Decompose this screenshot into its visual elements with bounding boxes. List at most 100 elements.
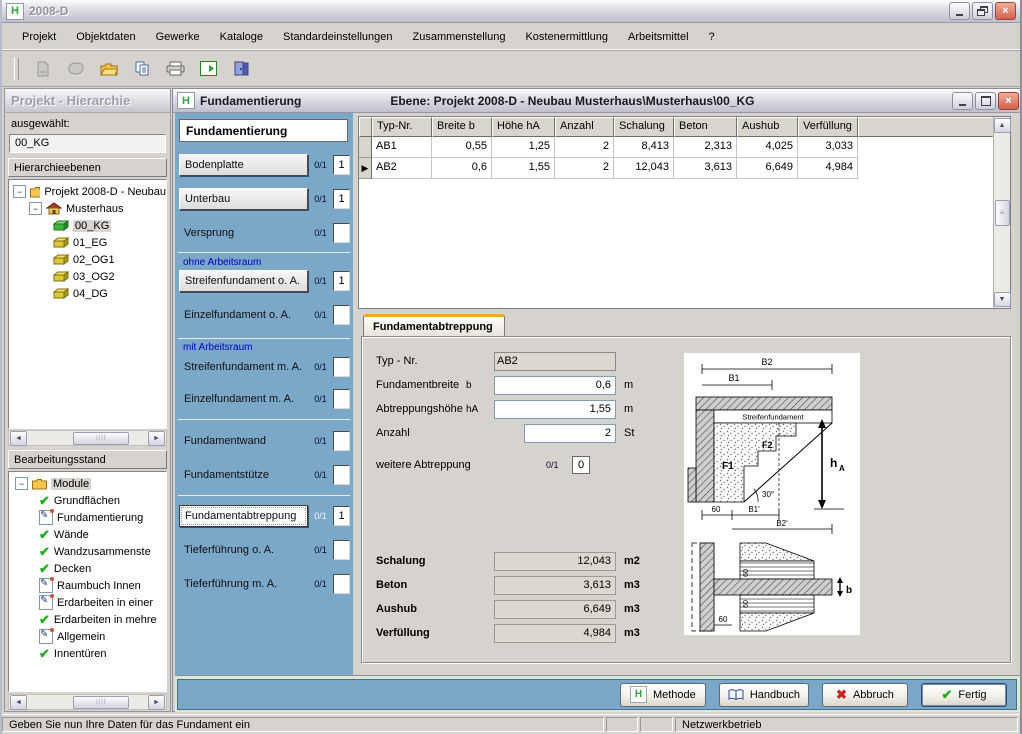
- fund-close-button[interactable]: ×: [998, 92, 1019, 110]
- tree-node-project[interactable]: − Projekt 2008-D - Neubau: [9, 183, 166, 200]
- module-item[interactable]: ✎ Allgemein: [9, 628, 166, 645]
- module-item[interactable]: ✎ Raumbuch Innen: [9, 577, 166, 594]
- scroll-left-icon[interactable]: ◄: [10, 695, 27, 710]
- tree-node-floor[interactable]: 00_KG: [9, 217, 166, 234]
- table-row-selected[interactable]: ▶ AB2 0,6 1,55 2 12,043 3,613 6,649 4,98…: [359, 158, 993, 179]
- count-field[interactable]: [333, 223, 350, 243]
- module-item[interactable]: ✔ Wände: [9, 526, 166, 543]
- einzelfundament-ma-label[interactable]: Einzelfundament m. A.: [179, 388, 308, 410]
- versprung-label[interactable]: Versprung: [179, 222, 308, 244]
- col-schalung[interactable]: Schalung: [614, 117, 674, 137]
- fundamentabtreppung-button[interactable]: Fundamentabtreppung: [179, 505, 308, 527]
- levels-header[interactable]: Hierarchieebenen: [8, 158, 167, 177]
- fund-minimize-button[interactable]: [952, 92, 973, 110]
- count-field[interactable]: [333, 357, 350, 377]
- scroll-thumb[interactable]: ||||: [73, 696, 129, 709]
- tab-fundamentabtreppung[interactable]: Fundamentabtreppung: [363, 314, 505, 337]
- tree-node-floor[interactable]: 03_OG2: [9, 268, 166, 285]
- tree-node-modules[interactable]: − Module: [9, 475, 166, 492]
- count-field[interactable]: 1: [333, 189, 350, 209]
- tree-node-building[interactable]: − Musterhaus: [9, 200, 166, 217]
- modules-hscrollbar[interactable]: ◄ |||| ►: [8, 694, 167, 710]
- scroll-thumb[interactable]: ≡: [995, 200, 1010, 226]
- menu-kostenermittlung[interactable]: Kostenermittlung: [515, 28, 618, 46]
- count-field[interactable]: 1: [333, 271, 350, 291]
- hoehe-input[interactable]: 1,55: [494, 400, 616, 419]
- table-row[interactable]: AB1 0,55 1,25 2 8,413 2,313 4,025 3,033: [359, 137, 993, 158]
- col-aushub[interactable]: Aushub: [737, 117, 798, 137]
- table-vscrollbar[interactable]: ▲ ≡ ▼: [993, 117, 1010, 308]
- tieferfuehrung-ma-label[interactable]: Tieferführung m. A.: [179, 573, 308, 595]
- count-field[interactable]: 1: [333, 155, 350, 175]
- fund-maximize-button[interactable]: [975, 92, 996, 110]
- menu-help[interactable]: ?: [699, 28, 725, 46]
- scroll-right-icon[interactable]: ►: [148, 431, 165, 446]
- streifenfundament-oa-button[interactable]: Streifenfundament o. A.: [179, 270, 308, 292]
- scroll-left-icon[interactable]: ◄: [10, 431, 27, 446]
- close-button[interactable]: ×: [995, 2, 1016, 20]
- count-field[interactable]: [333, 465, 350, 485]
- count-field[interactable]: [333, 574, 350, 594]
- menu-gewerke[interactable]: Gewerke: [146, 28, 210, 46]
- module-item[interactable]: ✔ Grundflächen: [9, 492, 166, 509]
- module-item[interactable]: ✎ Erdarbeiten in einer: [9, 594, 166, 611]
- count-field[interactable]: [333, 431, 350, 451]
- tieferfuehrung-oa-label[interactable]: Tieferführung o. A.: [179, 539, 308, 561]
- menu-arbeitsmittel[interactable]: Arbeitsmittel: [618, 28, 699, 46]
- fertig-button[interactable]: ✔ Fertig: [921, 683, 1007, 707]
- fundamentwand-label[interactable]: Fundamentwand: [179, 430, 308, 452]
- minimize-button[interactable]: [949, 2, 970, 20]
- col-typ-nr[interactable]: Typ-Nr.: [372, 117, 432, 137]
- count-field[interactable]: [333, 305, 350, 325]
- menu-standardeinstellungen[interactable]: Standardeinstellungen: [273, 28, 402, 46]
- new-document-icon[interactable]: [30, 56, 56, 82]
- module-item[interactable]: ✎ Fundamentierung: [9, 509, 166, 526]
- unterbau-button[interactable]: Unterbau: [179, 188, 308, 210]
- streifenfundament-ma-label[interactable]: Streifenfundament m. A.: [179, 356, 308, 378]
- count-field[interactable]: 1: [333, 506, 350, 526]
- restore-button[interactable]: [972, 2, 993, 20]
- module-item[interactable]: ✔ Innentüren: [9, 645, 166, 662]
- col-breite[interactable]: Breite b: [432, 117, 492, 137]
- tree-node-floor[interactable]: 01_EG: [9, 234, 166, 251]
- module-item[interactable]: ✔ Erdarbeiten in mehre: [9, 611, 166, 628]
- breite-input[interactable]: 0,6: [494, 376, 616, 395]
- open-folder-icon[interactable]: [96, 56, 122, 82]
- module-item[interactable]: ✔ Wandzusammenste: [9, 543, 166, 560]
- menu-zusammenstellung[interactable]: Zusammenstellung: [403, 28, 516, 46]
- scroll-up-icon[interactable]: ▲: [994, 118, 1011, 133]
- scroll-down-icon[interactable]: ▼: [994, 292, 1011, 307]
- col-verfuellung[interactable]: Verfüllung: [798, 117, 858, 137]
- collapse-icon[interactable]: −: [15, 477, 28, 490]
- fundamentstuetze-label[interactable]: Fundamentstütze: [179, 464, 308, 486]
- abbruch-button[interactable]: ✖ Abbruch: [822, 683, 908, 707]
- count-field[interactable]: [333, 389, 350, 409]
- handbuch-button[interactable]: Handbuch: [719, 683, 809, 707]
- scroll-right-icon[interactable]: ►: [148, 695, 165, 710]
- collapse-icon[interactable]: −: [29, 202, 42, 215]
- exit-icon[interactable]: [228, 56, 254, 82]
- einzelfundament-oa-label[interactable]: Einzelfundament o. A.: [179, 304, 308, 326]
- col-hoehe[interactable]: Höhe hA: [492, 117, 555, 137]
- status-header[interactable]: Bearbeitungsstand: [8, 450, 167, 469]
- weitere-abtreppung-field[interactable]: 0: [572, 456, 590, 474]
- copy-icon[interactable]: [129, 56, 155, 82]
- collapse-icon[interactable]: −: [13, 185, 26, 198]
- export-icon[interactable]: [195, 56, 221, 82]
- module-item[interactable]: ✔ Decken: [9, 560, 166, 577]
- hierarchy-hscrollbar[interactable]: ◄ |||| ►: [8, 430, 167, 446]
- scroll-thumb[interactable]: ||||: [73, 432, 129, 445]
- menu-kataloge[interactable]: Kataloge: [210, 28, 273, 46]
- anzahl-input[interactable]: 2: [524, 424, 616, 443]
- count-field[interactable]: [333, 540, 350, 560]
- tree-node-floor[interactable]: 02_OG1: [9, 251, 166, 268]
- menu-projekt[interactable]: Projekt: [12, 28, 66, 46]
- bodenplatte-button[interactable]: Bodenplatte: [179, 154, 308, 176]
- print-icon[interactable]: [162, 56, 188, 82]
- methode-button[interactable]: H Methode: [620, 683, 706, 707]
- tree-node-floor[interactable]: 04_DG: [9, 285, 166, 302]
- menu-objektdaten[interactable]: Objektdaten: [66, 28, 145, 46]
- project-icon[interactable]: [63, 56, 89, 82]
- col-anzahl[interactable]: Anzahl: [555, 117, 614, 137]
- col-beton[interactable]: Beton: [674, 117, 737, 137]
